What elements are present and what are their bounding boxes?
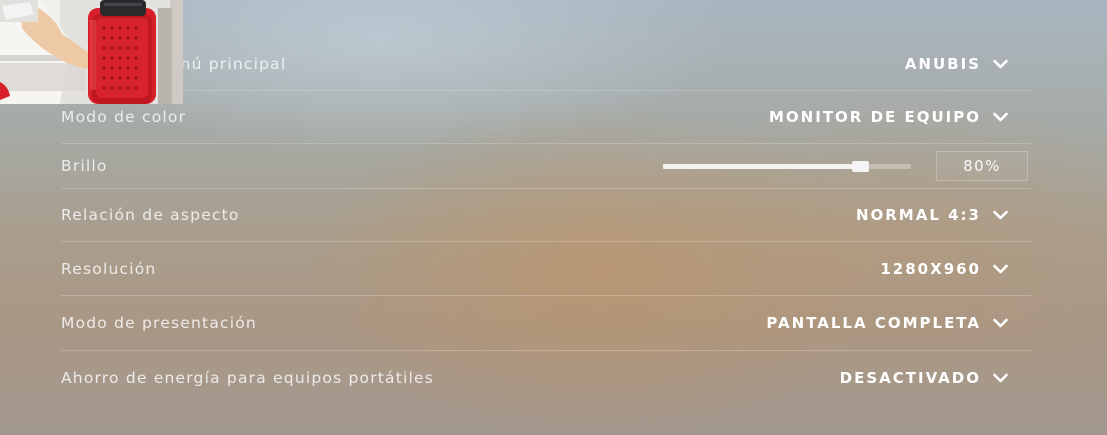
chevron-down-icon: [993, 210, 1008, 220]
setting-label: Modo de presentación: [61, 314, 257, 332]
color-mode-dropdown[interactable]: MONITOR DE EQUIPO: [769, 108, 1008, 126]
settings-row-color-mode: Modo de color MONITOR DE EQUIPO: [61, 91, 1031, 144]
dropdown-value: NORMAL 4:3: [855, 206, 981, 224]
setting-label: Ahorro de energía para equipos portátile…: [61, 369, 435, 387]
dropdown-value: PANTALLA COMPLETA: [766, 314, 981, 332]
settings-row-main-menu-background: Fondo del menú principal ANUBIS: [61, 37, 1031, 91]
dropdown-value: MONITOR DE EQUIPO: [769, 108, 981, 126]
chevron-down-icon: [993, 318, 1008, 328]
webcam-overlay: [0, 0, 183, 104]
main-menu-background-dropdown[interactable]: ANUBIS: [905, 55, 1008, 73]
setting-label: Resolución: [61, 259, 157, 278]
laptop-power-saving-dropdown[interactable]: DESACTIVADO: [840, 369, 1008, 387]
brightness-slider[interactable]: [663, 158, 911, 174]
settings-row-laptop-power-saving: Ahorro de energía para equipos portátile…: [61, 351, 1031, 405]
settings-row-brightness: Brillo 80%: [61, 144, 1031, 189]
slider-fill: [663, 164, 862, 169]
resolution-dropdown[interactable]: 1280X960: [880, 260, 1008, 278]
settings-row-resolution: Resolución 1280X960: [61, 242, 1031, 296]
chevron-down-icon: [993, 264, 1008, 273]
dropdown-value: DESACTIVADO: [839, 369, 981, 387]
dropdown-value: ANUBIS: [904, 54, 981, 73]
slider-handle[interactable]: [852, 161, 870, 172]
setting-label: Relación de aspecto: [61, 206, 240, 224]
setting-label: Modo de color: [61, 108, 187, 126]
chevron-down-icon: [993, 112, 1008, 122]
aspect-ratio-dropdown[interactable]: NORMAL 4:3: [856, 206, 1008, 224]
chevron-down-icon: [993, 373, 1008, 383]
dropdown-value: 1280X960: [880, 259, 981, 278]
setting-label: Brillo: [61, 157, 108, 175]
display-mode-dropdown[interactable]: PANTALLA COMPLETA: [766, 314, 1008, 332]
chevron-down-icon: [993, 59, 1008, 68]
webcam-image: [0, 0, 183, 104]
settings-row-aspect-ratio: Relación de aspecto NORMAL 4:3: [61, 189, 1031, 242]
brightness-value-field[interactable]: 80%: [936, 151, 1028, 181]
settings-row-display-mode: Modo de presentación PANTALLA COMPLETA: [61, 296, 1031, 351]
